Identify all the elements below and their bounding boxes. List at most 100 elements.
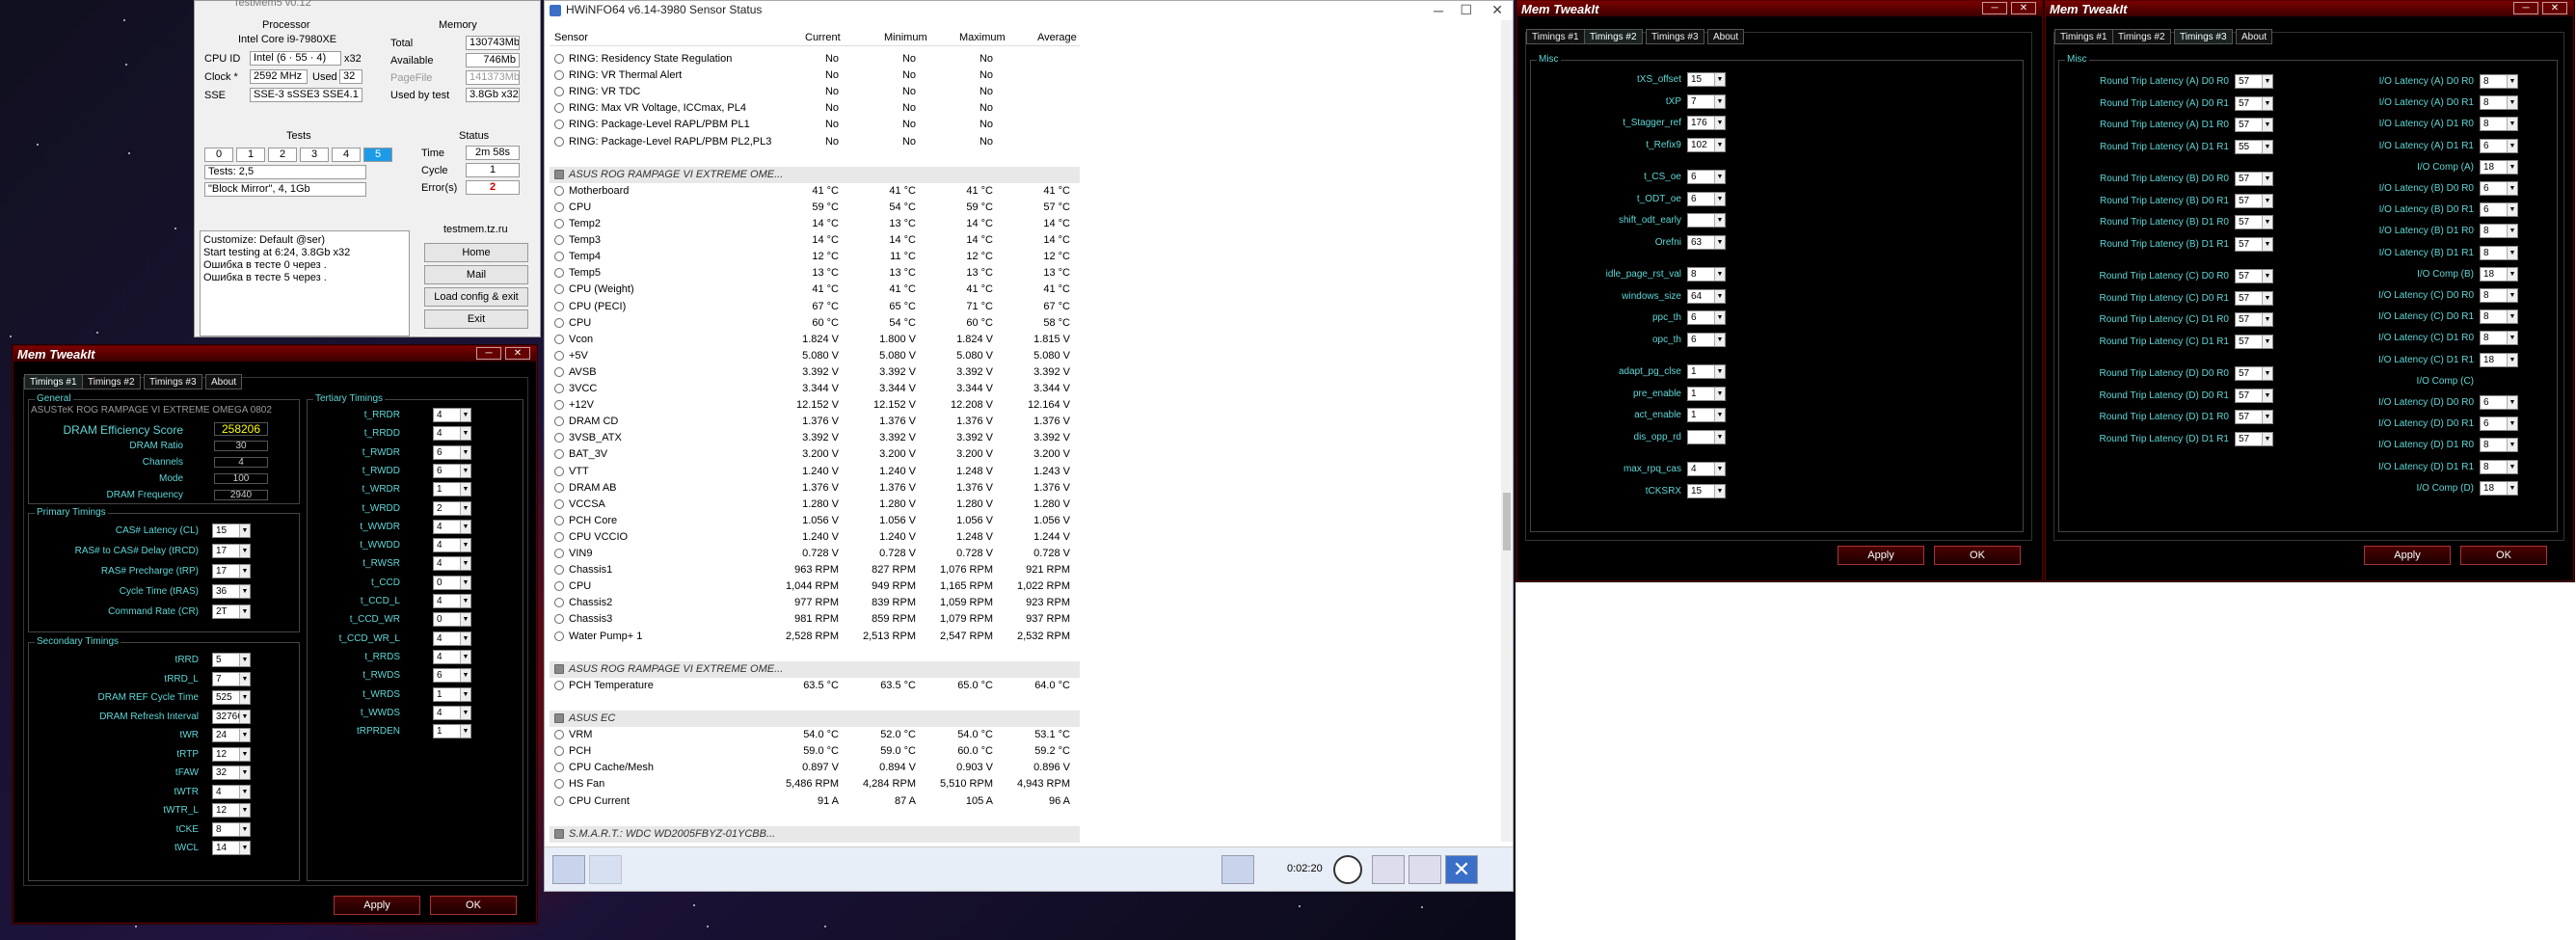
sensor-row[interactable]: RING: VR Thermal Alert No No No (550, 67, 1080, 84)
timing-select[interactable]: 57 ▼ (2235, 388, 2273, 403)
timing-select[interactable]: 4 ▼ (433, 705, 471, 720)
chevron-down-icon[interactable]: ▼ (2507, 225, 2517, 238)
timing-select[interactable]: 15 ▼ (212, 524, 251, 538)
timing-select[interactable]: 5 ▼ (212, 653, 251, 667)
timing-select[interactable]: 6 ▼ (2480, 395, 2518, 410)
chevron-down-icon[interactable]: ▼ (239, 822, 250, 836)
scrollbar-thumb[interactable] (1503, 493, 1511, 551)
test-number[interactable]: 5 (363, 148, 392, 162)
report-icon[interactable] (1372, 855, 1405, 884)
chevron-down-icon[interactable]: ▼ (460, 445, 470, 459)
chevron-down-icon[interactable]: ▼ (2507, 139, 2517, 152)
timing-select[interactable]: ▼ (1687, 429, 1726, 444)
tab-about[interactable]: About (205, 374, 243, 389)
nav-left-icon[interactable] (552, 855, 585, 884)
timing-select[interactable]: 17 ▼ (212, 564, 251, 578)
col-sensor[interactable]: Sensor (554, 32, 588, 43)
chevron-down-icon[interactable]: ▼ (1714, 214, 1725, 227)
timing-select[interactable]: 14 ▼ (212, 841, 251, 855)
chevron-down-icon[interactable]: ▼ (2507, 96, 2517, 110)
timing-select[interactable]: 57 ▼ (2235, 290, 2273, 306)
timing-select[interactable]: 4 ▼ (433, 649, 471, 664)
chevron-down-icon[interactable]: ▼ (239, 672, 250, 685)
sensor-row[interactable]: VRM 54.0 °C 52.0 °C 54.0 °C 53.1 °C (550, 727, 1080, 743)
chevron-down-icon[interactable]: ▼ (1714, 484, 1725, 497)
timing-select[interactable]: 32 ▼ (212, 765, 251, 780)
sensor-row[interactable]: CPU 1,044 RPM 949 RPM 1,165 RPM 1,022 RPM (550, 578, 1080, 595)
timing-select[interactable]: 6 ▼ (2480, 138, 2518, 153)
sensor-row[interactable]: RING: Residency State Regulation No No No (550, 51, 1080, 67)
sensor-group-header[interactable]: ASUS ROG RAMPAGE VI EXTREME OME... (550, 660, 1080, 678)
timing-select[interactable]: 6 ▼ (1687, 332, 1726, 347)
sensor-row[interactable]: CPU Current 91 A 87 A 105 A 96 A (550, 793, 1080, 810)
timing-select[interactable]: 4 ▼ (433, 594, 471, 608)
chevron-down-icon[interactable]: ▼ (2262, 194, 2272, 207)
timing-select[interactable]: 6 ▼ (433, 444, 471, 460)
chevron-down-icon[interactable]: ▼ (239, 785, 250, 798)
timing-select[interactable]: 4 ▼ (212, 784, 251, 799)
test-number[interactable]: 4 (332, 148, 361, 162)
chevron-down-icon[interactable]: ▼ (460, 539, 470, 552)
sensor-row[interactable]: Chassis3 981 RPM 859 RPM 1,079 RPM 937 RPM (550, 611, 1080, 628)
exit-button[interactable]: Exit (424, 309, 528, 329)
timing-select[interactable]: 525 ▼ (212, 690, 251, 705)
sensor-row[interactable]: VCCSA 1.280 V 1.280 V 1.280 V 1.280 V (550, 497, 1080, 513)
chevron-down-icon[interactable]: ▼ (460, 501, 470, 515)
timing-select[interactable]: 8 ▼ (2480, 331, 2518, 346)
chevron-down-icon[interactable]: ▼ (239, 524, 250, 537)
apply-button[interactable]: Apply (334, 896, 420, 915)
chevron-down-icon[interactable]: ▼ (1714, 268, 1725, 281)
timing-select[interactable]: 8 ▼ (212, 821, 251, 837)
chevron-down-icon[interactable]: ▼ (239, 545, 250, 557)
chevron-down-icon[interactable]: ▼ (460, 687, 470, 701)
scrollbar[interactable] (1501, 20, 1513, 842)
timing-select[interactable]: 8 ▼ (2480, 224, 2518, 239)
apply-button[interactable]: Apply (1838, 546, 1924, 565)
timing-select[interactable]: 18 ▼ (2480, 352, 2518, 367)
timing-select[interactable]: 57 ▼ (2235, 215, 2273, 229)
chevron-down-icon[interactable]: ▼ (2507, 332, 2517, 345)
timing-select[interactable]: 57 ▼ (2235, 172, 2273, 186)
minimize-button[interactable]: ─ (1982, 2, 2007, 14)
timing-select[interactable]: 57 ▼ (2235, 431, 2273, 446)
minimize-button[interactable]: ─ (476, 347, 501, 360)
chevron-down-icon[interactable]: ▼ (239, 654, 250, 666)
col-minimum[interactable]: Minimum (884, 32, 927, 43)
chevron-down-icon[interactable]: ▼ (2262, 75, 2272, 88)
sensor-row[interactable] (550, 810, 1080, 826)
chevron-down-icon[interactable]: ▼ (1714, 387, 1725, 400)
chevron-down-icon[interactable]: ▼ (2507, 267, 2517, 281)
sensor-row[interactable]: VIN9 0.728 V 0.728 V 0.728 V 0.728 V (550, 546, 1080, 562)
timing-select[interactable]: 12 ▼ (212, 746, 251, 762)
timing-select[interactable]: 4 ▼ (433, 631, 471, 646)
close-button[interactable]: ✕ (505, 347, 530, 360)
chevron-down-icon[interactable]: ▼ (460, 464, 470, 477)
sensor-row[interactable]: PCH Temperature 63.5 °C 63.5 °C 65.0 °C 64.0… (550, 678, 1080, 694)
sensor-row[interactable]: VTT 1.240 V 1.240 V 1.248 V 1.243 V (550, 464, 1080, 480)
chevron-down-icon[interactable]: ▼ (460, 595, 470, 607)
sensor-row[interactable]: HS Fan 5,486 RPM 4,284 RPM 5,510 RPM 4,943 R… (550, 776, 1080, 792)
chevron-down-icon[interactable]: ▼ (239, 766, 250, 779)
chevron-down-icon[interactable]: ▼ (239, 605, 250, 618)
timing-select[interactable]: 57 ▼ (2235, 118, 2273, 132)
timing-select[interactable]: 176 ▼ (1687, 116, 1726, 130)
timing-select[interactable]: 17 ▼ (212, 544, 251, 558)
chevron-down-icon[interactable]: ▼ (1714, 73, 1725, 86)
timing-select[interactable]: 57 ▼ (2235, 410, 2273, 424)
sensor-row[interactable]: PCH Core 1.056 V 1.056 V 1.056 V 1.056 V (550, 513, 1080, 529)
chevron-down-icon[interactable]: ▼ (1714, 235, 1725, 249)
chevron-down-icon[interactable]: ▼ (2262, 140, 2272, 153)
chevron-down-icon[interactable]: ▼ (2262, 389, 2272, 402)
chevron-down-icon[interactable]: ▼ (239, 565, 250, 577)
timing-select[interactable]: 24 ▼ (212, 728, 251, 742)
chevron-down-icon[interactable]: ▼ (2262, 411, 2272, 423)
sensor-row[interactable]: AVSB 3.392 V 3.392 V 3.392 V 3.392 V (550, 364, 1080, 381)
tab-timings-1[interactable]: Timings #1 (24, 374, 83, 389)
timing-select[interactable]: 6 ▼ (1687, 310, 1726, 325)
close-button[interactable]: ✕ (1491, 2, 1503, 18)
timing-select[interactable]: 57 ▼ (2235, 366, 2273, 381)
chevron-down-icon[interactable]: ▼ (2507, 75, 2517, 88)
timing-select[interactable]: 1 ▼ (433, 724, 471, 739)
chevron-down-icon[interactable]: ▼ (2262, 432, 2272, 445)
chevron-down-icon[interactable]: ▼ (2262, 367, 2272, 380)
